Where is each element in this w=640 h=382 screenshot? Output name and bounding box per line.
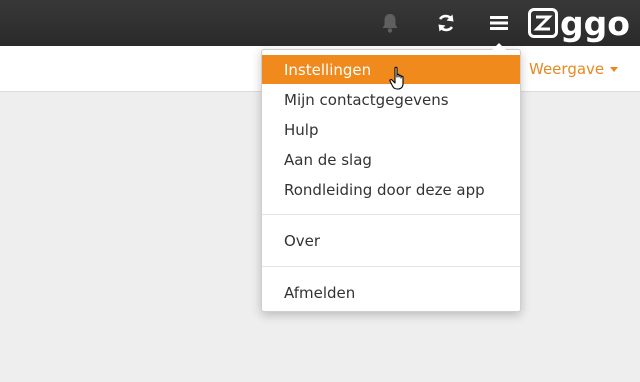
menu-item-label: Over [284, 231, 321, 250]
app-header: ggo [0, 0, 640, 46]
menu-divider [262, 214, 520, 215]
menu-item-label: Aan de slag [284, 150, 372, 169]
menu-item-aan-de-slag[interactable]: Aan de slag [262, 145, 520, 174]
logo-text: ggo [560, 3, 630, 43]
menu-item-label: Afmelden [284, 283, 356, 302]
menu-item-label: Mijn contactgegevens [284, 90, 449, 109]
menu-item-rondleiding[interactable]: Rondleiding door deze app [262, 175, 520, 204]
ziggo-logo[interactable]: ggo [528, 3, 630, 43]
sync-icon[interactable] [432, 0, 460, 46]
caret-down-icon [610, 67, 619, 72]
view-label: Weergave [529, 59, 605, 78]
menu-item-label: Rondleiding door deze app [284, 180, 485, 199]
menu-item-label: Hulp [284, 120, 319, 139]
view-dropdown-button[interactable]: Weergave [529, 46, 619, 91]
menu-item-over[interactable]: Over [262, 226, 520, 255]
logo-z-box [528, 8, 558, 38]
menu-item-label: Instellingen [284, 60, 372, 79]
menu-item-afmelden[interactable]: Afmelden [262, 278, 520, 307]
hand-pointer-icon [389, 66, 409, 96]
menu-icon[interactable] [485, 0, 513, 46]
bell-icon[interactable] [376, 0, 404, 46]
menu-item-hulp[interactable]: Hulp [262, 115, 520, 144]
menu-divider [262, 266, 520, 267]
